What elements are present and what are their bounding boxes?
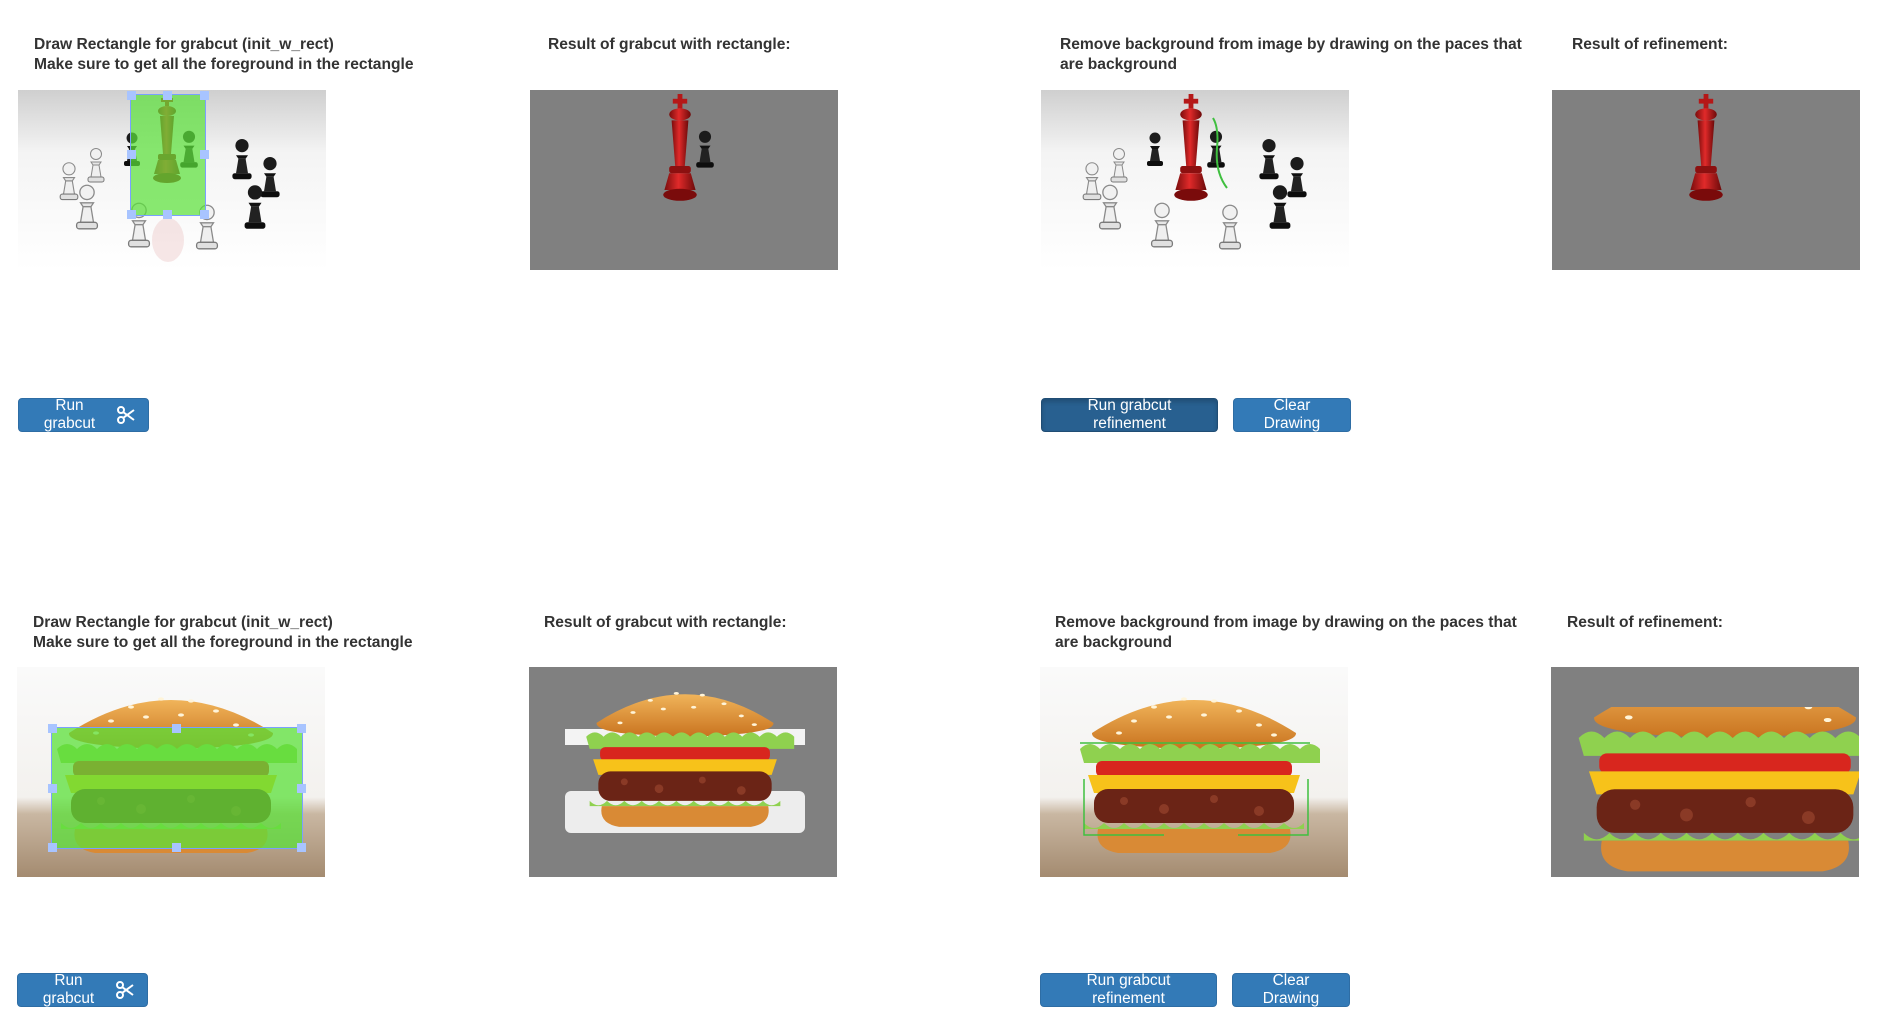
selection-handle[interactable] [48,843,57,852]
chess-king-result [663,94,714,201]
scissors-icon [116,406,136,424]
refinement-result-label: Result of refinement: [1572,36,1728,53]
run-grabcut-label: Run grabcut [43,397,96,432]
burger-result [565,692,805,833]
grabcut-result-image [530,90,838,270]
selection-handle[interactable] [200,91,209,100]
run-refinement-label: Run grabcut refinement [1087,397,1172,432]
selection-handle[interactable] [127,210,136,219]
run-grabcut-button[interactable]: Run grabcut [18,397,149,432]
selection-rectangle[interactable] [51,727,303,849]
burger-image [1040,667,1348,877]
refinement-result-label: Result of refinement: [1567,614,1723,631]
remove-background-instructions: Remove background from image by drawing … [1055,614,1517,651]
selection-handle[interactable] [127,91,136,100]
run-refinement-label: Run grabcut refinement [1086,972,1171,1007]
run-grabcut-refinement-button[interactable]: Run grabcut refinement [1041,397,1218,432]
chess-king-refined [1689,94,1723,201]
selection-rectangle[interactable] [130,94,206,216]
draw-rectangle-instructions: Draw Rectangle for grabcut (init_w_rect)… [34,36,414,73]
clear-drawing-button[interactable]: Clear Drawing [1233,397,1351,432]
chess-pieces-image [1041,90,1349,270]
selection-handle[interactable] [172,843,181,852]
selection-handle[interactable] [297,843,306,852]
refinement-result-image [1551,667,1859,877]
run-grabcut-refinement-button[interactable]: Run grabcut refinement [1040,972,1217,1007]
refinement-result-image [1552,90,1860,270]
selection-handle[interactable] [172,724,181,733]
refinement-drawing-canvas[interactable] [1040,667,1348,877]
grabcut-result-label: Result of grabcut with rectangle: [544,614,787,631]
selection-handle[interactable] [48,724,57,733]
refinement-drawing-canvas[interactable] [1041,90,1349,270]
grabcut-result-label: Result of grabcut with rectangle: [548,36,791,53]
selection-handle[interactable] [200,150,209,159]
rectangle-drawing-canvas[interactable] [18,90,326,270]
selection-handle[interactable] [297,724,306,733]
selection-handle[interactable] [200,210,209,219]
run-grabcut-button[interactable]: Run grabcut [17,972,148,1007]
grabcut-result-image [529,667,837,877]
selection-handle[interactable] [48,784,57,793]
clear-drawing-label: Clear Drawing [1263,397,1321,432]
burger-refined [1578,707,1839,847]
selection-handle[interactable] [297,784,306,793]
clear-drawing-button[interactable]: Clear Drawing [1232,972,1350,1007]
draw-rectangle-instructions: Draw Rectangle for grabcut (init_w_rect)… [33,614,413,651]
selection-handle[interactable] [163,91,172,100]
selection-handle[interactable] [127,150,136,159]
rectangle-drawing-canvas[interactable] [17,667,325,877]
selection-handle[interactable] [163,210,172,219]
scissors-icon [115,981,135,999]
clear-drawing-label: Clear Drawing [1262,972,1320,1007]
remove-background-instructions: Remove background from image by drawing … [1060,36,1522,73]
run-grabcut-label: Run grabcut [42,972,95,1007]
